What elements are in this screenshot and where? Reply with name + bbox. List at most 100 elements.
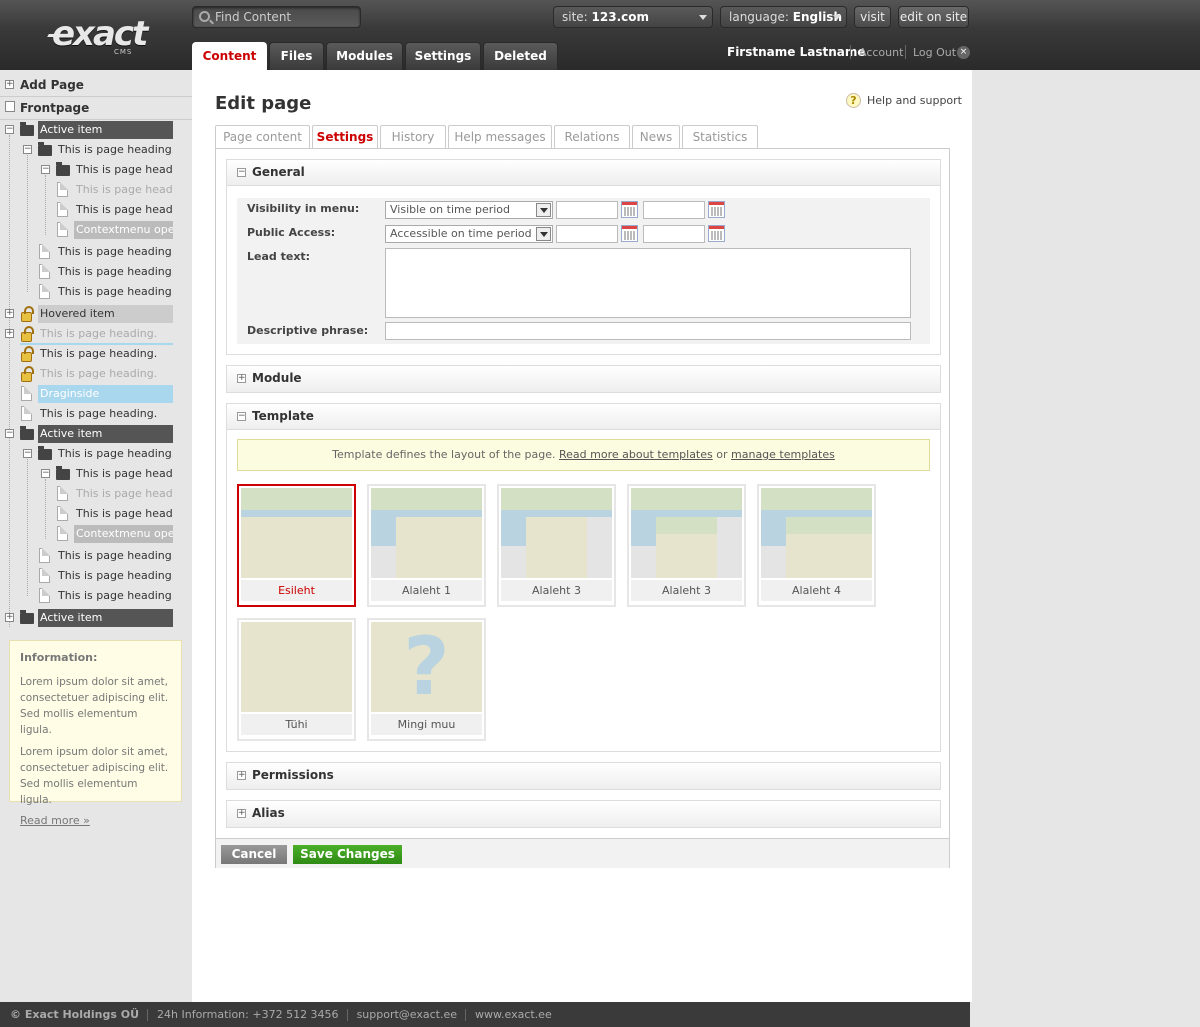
search-input[interactable] [215,9,355,25]
tab-settings[interactable]: Settings [405,42,481,70]
subtab-help-messages[interactable]: Help messages [448,125,552,148]
module-section-header[interactable]: + Module [227,366,940,392]
visibility-start-date[interactable] [556,201,618,219]
subtab-news[interactable]: News [632,125,680,148]
settings-panel: − General Visibility in menu: Visible on… [215,148,950,868]
frontpage-item[interactable]: Frontpage [0,98,192,118]
template-option[interactable]: ? Mingi muu [367,618,486,741]
layout-sidebar-block [631,546,656,578]
read-more-templates-link[interactable]: Read more about templates [559,448,713,461]
alias-section-header[interactable]: + Alias [227,801,940,827]
close-icon[interactable]: × [957,46,970,59]
access-end-date[interactable] [643,225,705,243]
language-select[interactable]: language: English [720,6,847,28]
tree-item[interactable]: This is page heading. [0,404,192,424]
cancel-button[interactable]: Cancel [221,845,287,864]
tree-item[interactable]: − Active item [0,424,192,444]
exact-cms-logo[interactable]: exact CMS [47,12,158,58]
template-section-header[interactable]: − Template [227,404,940,430]
tree-item[interactable]: + Hovered item [0,304,192,324]
permissions-section-header[interactable]: + Permissions [227,763,940,789]
logout-link[interactable]: Log Out [913,46,956,59]
lock-icon [21,366,34,382]
frontpage-label: Frontpage [20,101,90,115]
tree-item[interactable]: This is page headi... [0,180,192,200]
footer-email-link[interactable]: support@exact.ee [357,1008,457,1021]
site-select[interactable]: site: 123.com [553,6,713,28]
subtab-history[interactable]: History [380,125,446,148]
template-option[interactable]: Alaleht 4 [757,484,876,607]
layout-sidebar-block [371,546,396,578]
tree-item-label: This is page heading. [40,367,158,380]
tree-item[interactable]: Contextmenu ope... [0,524,192,544]
template-option[interactable]: Alaleht 3 [497,484,616,607]
general-section-header[interactable]: − General [227,160,940,186]
tab-content[interactable]: Content [192,42,267,70]
footer-web-link[interactable]: www.exact.ee [475,1008,552,1021]
access-start-date[interactable] [556,225,618,243]
page-icon [39,548,50,563]
calendar-icon[interactable] [708,225,725,242]
tree-item[interactable]: − This is page headi... [0,160,192,180]
descriptive-phrase-input[interactable] [385,322,911,340]
tree-item[interactable]: − This is page headi... [0,464,192,484]
manage-templates-link[interactable]: manage templates [731,448,835,461]
layout-sidebar-block [371,517,396,546]
calendar-icon[interactable] [621,201,638,218]
help-link[interactable]: ? Help and support [846,93,962,108]
visibility-select[interactable]: Visible on time period [385,201,553,219]
info-box: Information: Lorem ipsum dolor sit amet,… [9,640,182,827]
template-option[interactable]: Alaleht 1 [367,484,486,607]
tree-item[interactable]: Contextmenu ope... [0,220,192,240]
tree-item[interactable]: This is page heading. [0,546,192,566]
calendar-icon[interactable] [708,201,725,218]
account-link[interactable]: Account [859,46,903,59]
tree-item[interactable]: This is page heading. [0,262,192,282]
subtab-relations[interactable]: Relations [554,125,630,148]
layout-sidebar-block [761,546,786,578]
layout-header-block [371,488,482,510]
tree-item[interactable]: This is page headi... [0,484,192,504]
calendar-icon[interactable] [621,225,638,242]
tree-item[interactable]: This is page heading. [0,344,192,364]
tree-item[interactable]: − This is page heading. [0,444,192,464]
tree-item[interactable]: Draginside [0,384,192,404]
tree-item[interactable]: − Active item [0,120,192,140]
template-thumbnail [631,488,742,578]
visit-button[interactable]: visit [854,6,891,28]
search-box[interactable] [192,6,361,28]
tree-item[interactable]: This is page headi... [0,200,192,220]
lead-text-area[interactable] [385,248,911,318]
page-icon [57,222,68,237]
add-page-item[interactable]: + Add Page [0,75,192,95]
template-thumbnail [761,488,872,578]
tree-item[interactable]: This is page heading. [0,242,192,262]
tree-item-label: Active item [38,121,173,139]
edit-on-site-button[interactable]: edit on site [898,6,969,28]
tab-modules[interactable]: Modules [326,42,403,70]
public-access-select[interactable]: Accessible on time period [385,225,553,243]
subtab-settings[interactable]: Settings [312,125,378,149]
tree-item[interactable]: + This is page heading. [0,324,192,344]
template-option[interactable]: Esileht [237,484,356,607]
module-title: Module [252,371,302,385]
tab-files[interactable]: Files [269,42,324,70]
help-label: Help and support [867,94,962,107]
template-option[interactable]: Alaleht 3 [627,484,746,607]
subtab-statistics[interactable]: Statistics [682,125,758,148]
tree-item[interactable]: This is page heading. [0,566,192,586]
tree-item-label: This is page headi... [76,507,173,520]
subtab-page-content[interactable]: Page content [215,125,310,148]
tree-item[interactable]: + Active item [0,608,192,628]
tree-item[interactable]: This is page heading. [0,282,192,302]
tree-item-label: Contextmenu ope... [74,525,173,543]
tree-item[interactable]: − This is page heading. [0,140,192,160]
save-changes-button[interactable]: Save Changes [293,845,402,864]
tree-item[interactable]: This is page headi... [0,504,192,524]
tree-item[interactable]: This is page heading. [0,586,192,606]
tree-item[interactable]: This is page heading. [0,364,192,384]
read-more-link[interactable]: Read more » [20,814,90,827]
tab-deleted[interactable]: Deleted [483,42,558,70]
template-option[interactable]: Tühi [237,618,356,741]
visibility-end-date[interactable] [643,201,705,219]
